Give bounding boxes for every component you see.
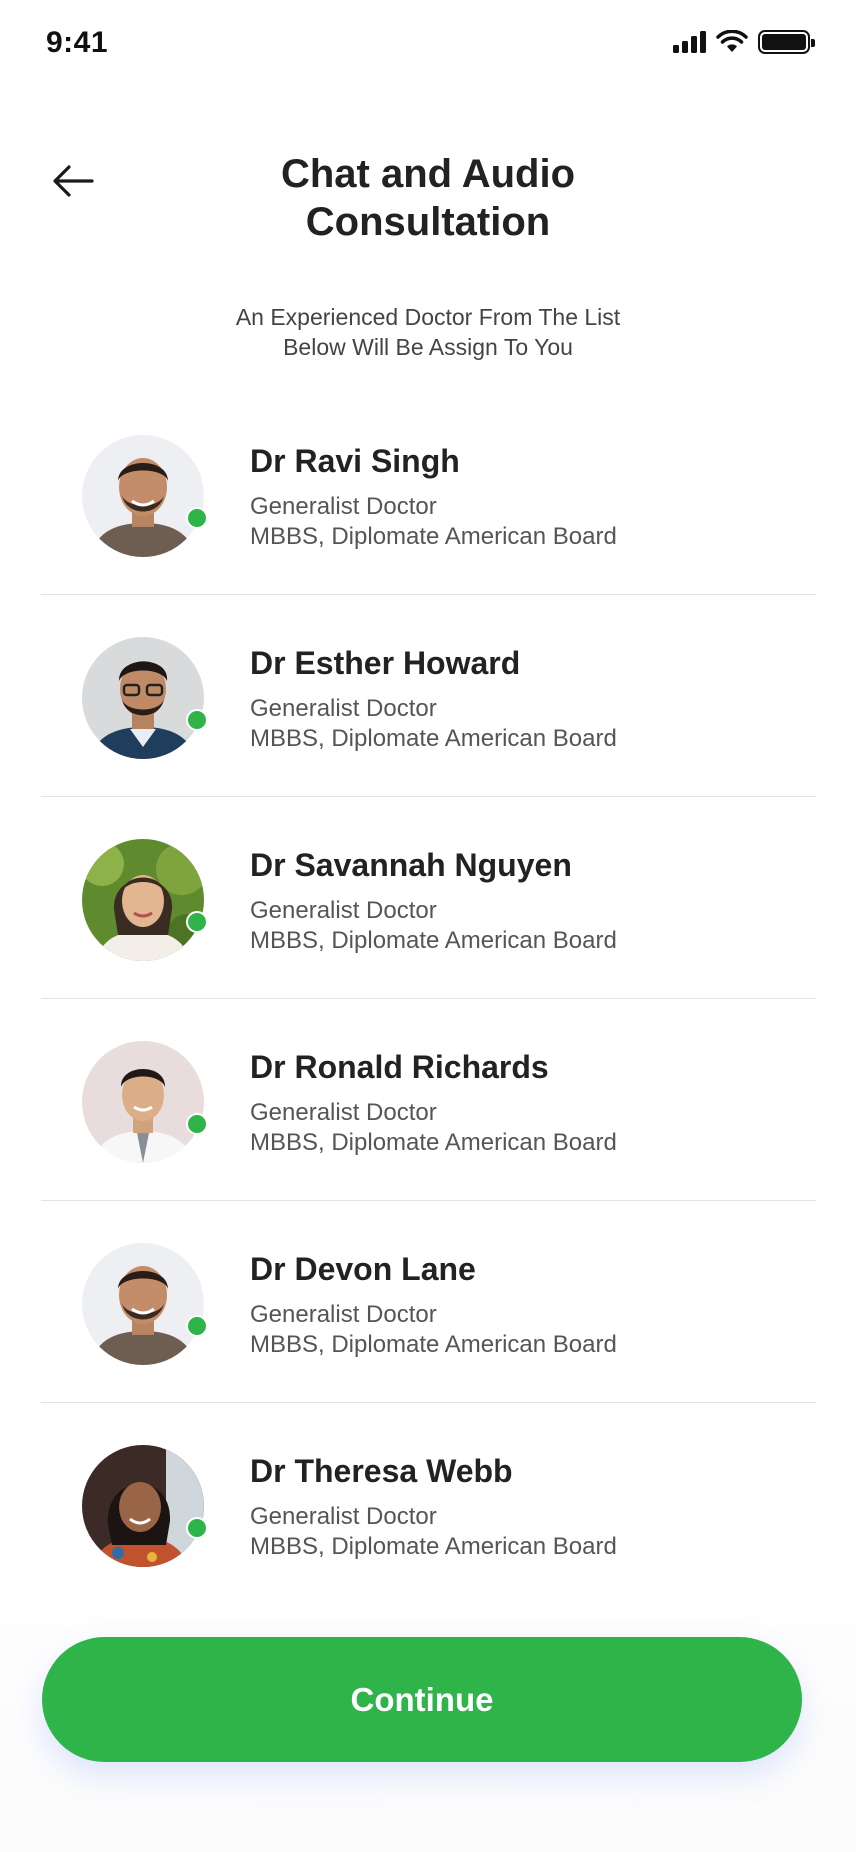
online-status-indicator [186, 1517, 208, 1539]
back-arrow-icon [53, 165, 94, 197]
page-title-line1: Chat and Audio [280, 152, 576, 196]
doctor-specialty: Generalist Doctor [250, 1503, 437, 1530]
doctor-name: Dr Devon Lane [250, 1251, 476, 1287]
doctor-degree: MBBS, Diplomate American Board [250, 1129, 617, 1156]
doctor-degree: MBBS, Diplomate American Board [250, 1533, 617, 1560]
doctor-list-item[interactable]: Dr Ronald Richards Generalist Doctor MBB… [41, 999, 816, 1201]
continue-button[interactable]: Continue [42, 1637, 802, 1762]
doctor-name: Dr Savannah Nguyen [250, 847, 572, 883]
page-title: Chat and Audio Consultation [200, 150, 656, 246]
cellular-signal-icon [673, 31, 706, 53]
subtitle-line1: An Experienced Doctor From The List [235, 304, 621, 330]
back-button[interactable] [50, 158, 96, 204]
online-status-indicator [186, 507, 208, 529]
status-bar: 9:41 [0, 0, 856, 90]
doctor-list: Dr Ravi Singh Generalist Doctor MBBS, Di… [41, 393, 816, 1605]
doctor-avatar [82, 839, 208, 961]
doctor-list-item[interactable]: Dr Ravi Singh Generalist Doctor MBBS, Di… [41, 393, 816, 595]
online-status-indicator [186, 709, 208, 731]
doctor-specialty: Generalist Doctor [250, 1099, 437, 1126]
page-title-line2: Consultation [305, 200, 551, 244]
online-status-indicator [186, 1315, 208, 1337]
doctor-name: Dr Theresa Webb [250, 1453, 513, 1489]
doctor-degree: MBBS, Diplomate American Board [250, 725, 617, 752]
battery-icon [758, 30, 815, 54]
doctor-specialty: Generalist Doctor [250, 493, 437, 520]
subtitle-line2: Below Will Be Assign To You [283, 334, 573, 360]
doctor-specialty: Generalist Doctor [250, 897, 437, 924]
doctor-list-item[interactable]: Dr Savannah Nguyen Generalist Doctor MBB… [41, 797, 816, 999]
doctor-avatar [82, 1445, 208, 1567]
screen: 9:41 Chat and Audio Consultation An Expe… [0, 0, 856, 1852]
online-status-indicator [186, 911, 208, 933]
doctor-degree: MBBS, Diplomate American Board [250, 523, 617, 550]
doctor-specialty: Generalist Doctor [250, 695, 437, 722]
doctor-name: Dr Ravi Singh [250, 443, 460, 479]
doctor-degree: MBBS, Diplomate American Board [250, 927, 617, 954]
online-status-indicator [186, 1113, 208, 1135]
page-subtitle: An Experienced Doctor From The List Belo… [170, 302, 686, 362]
doctor-avatar [82, 1041, 208, 1163]
doctor-avatar [82, 1243, 208, 1365]
doctor-degree: MBBS, Diplomate American Board [250, 1331, 617, 1358]
doctor-list-item[interactable]: Dr Devon Lane Generalist Doctor MBBS, Di… [41, 1201, 816, 1403]
doctor-name: Dr Ronald Richards [250, 1049, 549, 1085]
status-icons [673, 30, 815, 54]
doctor-list-item[interactable]: Dr Theresa Webb Generalist Doctor MBBS, … [41, 1403, 816, 1605]
doctor-avatar [82, 637, 208, 759]
wifi-icon [716, 30, 748, 52]
doctor-specialty: Generalist Doctor [250, 1301, 437, 1328]
doctor-avatar [82, 435, 208, 557]
doctor-name: Dr Esther Howard [250, 645, 521, 681]
doctor-list-item[interactable]: Dr Esther Howard Generalist Doctor MBBS,… [41, 595, 816, 797]
status-time: 9:41 [46, 26, 109, 59]
